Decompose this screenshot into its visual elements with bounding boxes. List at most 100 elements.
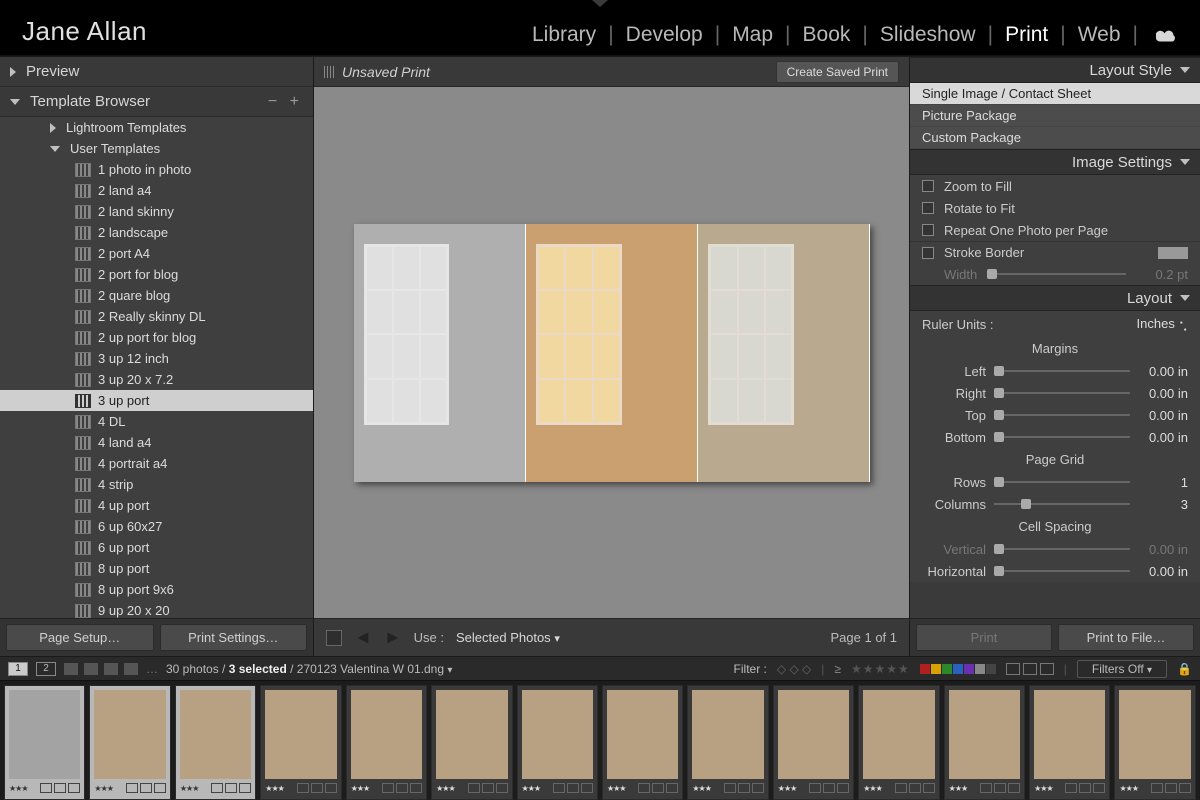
layout-style-header[interactable]: Layout Style xyxy=(910,57,1200,83)
print-settings-button[interactable]: Print Settings… xyxy=(160,624,308,651)
module-tab-book[interactable]: Book xyxy=(799,23,855,47)
filmstrip-thumb[interactable]: ★★★ xyxy=(858,685,939,800)
template-item[interactable]: 3 up port xyxy=(0,390,313,411)
template-item[interactable]: 2 land skinny xyxy=(0,201,313,222)
preview-panel-header[interactable]: Preview xyxy=(0,57,313,87)
drag-grip-icon[interactable] xyxy=(324,66,334,78)
template-item[interactable]: 6 up port xyxy=(0,537,313,558)
identity-plate: Jane Allan xyxy=(22,16,147,47)
stroke-color-swatch[interactable] xyxy=(1158,247,1188,259)
filmstrip-thumb[interactable]: ★★★ xyxy=(346,685,427,800)
create-saved-print-button[interactable]: Create Saved Print xyxy=(776,61,899,83)
page-setup-button[interactable]: Page Setup… xyxy=(6,624,154,651)
module-tab-develop[interactable]: Develop xyxy=(622,23,707,47)
template-item[interactable]: 4 DL xyxy=(0,411,313,432)
template-browser-header[interactable]: Template Browser − + xyxy=(0,87,313,117)
print-to-file-button[interactable]: Print to File… xyxy=(1058,624,1194,651)
template-item[interactable]: 2 Really skinny DL xyxy=(0,306,313,327)
prev-page-icon[interactable]: ◄ xyxy=(354,627,372,648)
template-tree: Lightroom TemplatesUser Templates1 photo… xyxy=(0,117,313,618)
checkbox-icon xyxy=(922,202,934,214)
filmstrip-thumb[interactable]: ★★★ xyxy=(944,685,1025,800)
template-item[interactable]: 8 up port xyxy=(0,558,313,579)
template-item[interactable]: 3 up 12 inch xyxy=(0,348,313,369)
use-dropdown[interactable]: Selected Photos ▾ xyxy=(456,630,560,645)
filmstrip-thumb[interactable]: ★★★ xyxy=(4,685,85,800)
template-item[interactable]: 3 up 20 x 7.2 xyxy=(0,369,313,390)
view-badges-icons[interactable] xyxy=(1006,663,1054,675)
template-item[interactable]: 2 landscape xyxy=(0,222,313,243)
filter-lock-icon[interactable]: 🔒 xyxy=(1177,662,1192,676)
stroke-width-slider[interactable] xyxy=(987,273,1126,275)
stroke-border-option[interactable]: Stroke Border xyxy=(910,241,1200,263)
add-remove-template-icon[interactable]: − + xyxy=(268,93,303,111)
image-settings-body: Zoom to Fill Rotate to Fit Repeat One Ph… xyxy=(910,175,1200,285)
slider[interactable] xyxy=(994,392,1130,394)
flag-filter-icon[interactable]: ◇ ◇ ◇ xyxy=(777,662,811,676)
filmstrip-thumbnails[interactable]: ★★★★★★★★★★★★★★★★★★★★★★★★★★★★★★★★★★★★★★★★… xyxy=(0,681,1200,800)
print-button[interactable]: Print xyxy=(916,624,1052,651)
next-page-icon[interactable]: ► xyxy=(384,627,402,648)
filmstrip-thumb[interactable]: ★★★ xyxy=(89,685,170,800)
slider[interactable] xyxy=(994,481,1130,483)
template-item[interactable]: 8 up port 9x6 xyxy=(0,579,313,600)
template-item[interactable]: 1 photo in photo xyxy=(0,159,313,180)
slider[interactable] xyxy=(994,414,1130,416)
rotate-to-fit-option[interactable]: Rotate to Fit xyxy=(910,197,1200,219)
slider[interactable] xyxy=(994,503,1130,505)
module-tab-map[interactable]: Map xyxy=(728,23,777,47)
template-item[interactable]: 2 quare blog xyxy=(0,285,313,306)
monitor-2-button[interactable]: 2 xyxy=(36,662,56,676)
filmstrip-thumb[interactable]: ★★★ xyxy=(260,685,341,800)
filmstrip-thumb[interactable]: ★★★ xyxy=(517,685,598,800)
ruler-units-row[interactable]: Ruler Units : Inches ⢂ xyxy=(910,311,1200,337)
margins-bottom-row: Bottom0.00 in xyxy=(910,426,1200,448)
template-item[interactable]: 4 up port xyxy=(0,495,313,516)
template-item[interactable]: 4 land a4 xyxy=(0,432,313,453)
filmstrip-thumb[interactable]: ★★★ xyxy=(431,685,512,800)
filmstrip-thumb[interactable]: ★★★ xyxy=(1114,685,1195,800)
slider[interactable] xyxy=(994,370,1130,372)
template-item[interactable]: 2 port A4 xyxy=(0,243,313,264)
cloud-sync-icon[interactable] xyxy=(1156,28,1178,47)
slider[interactable] xyxy=(994,570,1130,572)
monitor-1-button[interactable]: 1 xyxy=(8,662,28,676)
template-folder[interactable]: Lightroom Templates xyxy=(0,117,313,138)
template-item[interactable]: 2 port for blog xyxy=(0,264,313,285)
template-item[interactable]: 2 up port for blog xyxy=(0,327,313,348)
module-tab-web[interactable]: Web xyxy=(1074,23,1125,47)
layout-style-option[interactable]: Custom Package xyxy=(910,127,1200,149)
template-item[interactable]: 4 portrait a4 xyxy=(0,453,313,474)
repeat-photo-option[interactable]: Repeat One Photo per Page xyxy=(910,219,1200,241)
template-folder[interactable]: User Templates xyxy=(0,138,313,159)
zoom-to-fill-option[interactable]: Zoom to Fill xyxy=(910,175,1200,197)
soft-proof-checkbox[interactable] xyxy=(326,630,342,646)
print-canvas[interactable] xyxy=(314,87,909,618)
color-label-filter[interactable] xyxy=(920,664,996,674)
layout-style-list: Single Image / Contact SheetPicture Pack… xyxy=(910,83,1200,149)
module-tab-print[interactable]: Print xyxy=(1001,23,1052,47)
rating-filter[interactable]: ★★★★★ xyxy=(851,662,910,676)
template-item[interactable]: 6 up 60x27 xyxy=(0,516,313,537)
layout-style-option[interactable]: Picture Package xyxy=(910,105,1200,127)
filmstrip-thumb[interactable]: ★★★ xyxy=(773,685,854,800)
layout-style-option[interactable]: Single Image / Contact Sheet xyxy=(910,83,1200,105)
filters-off-dropdown[interactable]: Filters Off ▾ xyxy=(1077,660,1167,678)
template-item[interactable]: 4 strip xyxy=(0,474,313,495)
module-tab-slideshow[interactable]: Slideshow xyxy=(876,23,980,47)
filmstrip-thumb[interactable]: ★★★ xyxy=(687,685,768,800)
view-mode-icons[interactable] xyxy=(64,663,138,675)
template-item[interactable]: 9 up 20 x 20 xyxy=(0,600,313,618)
filmstrip-thumb[interactable]: ★★★ xyxy=(602,685,683,800)
image-settings-header[interactable]: Image Settings xyxy=(910,149,1200,175)
layout-header[interactable]: Layout xyxy=(910,285,1200,311)
module-tab-library[interactable]: Library xyxy=(528,23,600,47)
slider[interactable] xyxy=(994,436,1130,438)
layout-body: Ruler Units : Inches ⢂ Margins Left0.00 … xyxy=(910,311,1200,582)
slider[interactable] xyxy=(994,548,1130,550)
filmstrip-thumb[interactable]: ★★★ xyxy=(1029,685,1110,800)
filmstrip-thumb[interactable]: ★★★ xyxy=(175,685,256,800)
template-item[interactable]: 2 land a4 xyxy=(0,180,313,201)
top-reveal-notch[interactable] xyxy=(592,0,608,7)
spacing-vertical-row: Vertical0.00 in xyxy=(910,538,1200,560)
